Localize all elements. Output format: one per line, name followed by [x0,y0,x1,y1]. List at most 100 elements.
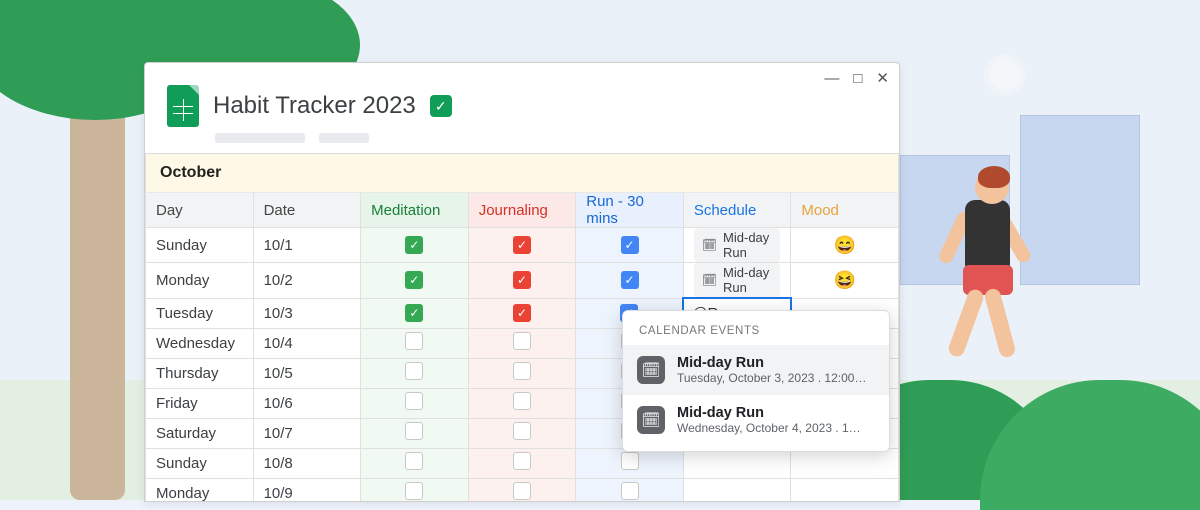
col-date[interactable]: Date [253,193,361,228]
cell-run[interactable] [576,478,684,502]
cell-mood[interactable] [791,478,899,502]
cell-day[interactable]: Saturday [146,418,254,448]
col-mood[interactable]: Mood [791,193,899,228]
cell-run[interactable]: ✓ [576,228,684,263]
checkbox-icon[interactable]: ✓ [621,271,639,289]
cell-day[interactable]: Thursday [146,358,254,388]
cell-meditation[interactable]: ✓ [361,298,469,328]
checkbox-icon[interactable] [405,392,423,410]
col-day[interactable]: Day [146,193,254,228]
cell-date[interactable]: 10/6 [253,388,361,418]
cell-meditation[interactable] [361,448,469,478]
checkbox-icon[interactable]: ✓ [405,236,423,254]
cell-journaling[interactable]: ✓ [468,263,576,299]
checkbox-icon[interactable] [513,362,531,380]
checkbox-icon[interactable]: ✓ [405,304,423,322]
cell-journaling[interactable] [468,448,576,478]
checkbox-icon[interactable] [621,482,639,500]
runner-illustration [920,170,1040,390]
cell-run[interactable]: ✓ [576,263,684,299]
checkbox-icon[interactable]: ✓ [405,271,423,289]
checkbox-icon[interactable] [513,392,531,410]
checkbox-icon[interactable] [405,452,423,470]
cell-date[interactable]: 10/9 [253,478,361,502]
cell-meditation[interactable] [361,388,469,418]
cell-date[interactable]: 10/5 [253,358,361,388]
calendar-event-icon: 🗓 [637,406,665,434]
document-title[interactable]: Habit Tracker 2023 [213,92,416,120]
checkbox-icon[interactable] [405,362,423,380]
cell-journaling[interactable] [468,328,576,358]
checkbox-icon[interactable] [405,332,423,350]
minimize-button[interactable]: — [824,71,839,86]
cell-meditation[interactable]: ✓ [361,228,469,263]
checkbox-icon[interactable] [513,452,531,470]
cell-meditation[interactable] [361,358,469,388]
cell-mood[interactable] [791,448,899,478]
checkbox-icon[interactable] [405,482,423,500]
col-schedule[interactable]: Schedule [683,193,791,228]
cell-meditation[interactable] [361,478,469,502]
cell-date[interactable]: 10/2 [253,263,361,299]
cell-schedule[interactable]: 🗓Mid-day Run [683,228,791,263]
cell-journaling[interactable] [468,388,576,418]
cell-meditation[interactable]: ✓ [361,263,469,299]
save-status-icon: ✓ [430,95,452,117]
cell-day[interactable]: Friday [146,388,254,418]
checkbox-icon[interactable] [513,332,531,350]
cell-meditation[interactable] [361,418,469,448]
calendar-event-icon: 🗓 [637,356,665,384]
checkbox-icon[interactable] [513,482,531,500]
event-detail: Wednesday, October 4, 2023 . 12:00... [677,421,867,435]
cell-day[interactable]: Monday [146,263,254,299]
checkbox-icon[interactable] [405,422,423,440]
cell-journaling[interactable]: ✓ [468,228,576,263]
event-title: Mid-day Run [677,405,867,421]
cell-journaling[interactable] [468,418,576,448]
col-journaling[interactable]: Journaling [468,193,576,228]
cell-day[interactable]: Monday [146,478,254,502]
cell-meditation[interactable] [361,328,469,358]
checkbox-icon[interactable] [513,422,531,440]
window-controls: — □ ✕ [824,71,889,86]
maximize-button[interactable]: □ [853,71,862,86]
cell-date[interactable]: 10/8 [253,448,361,478]
checkbox-icon[interactable]: ✓ [513,304,531,322]
calendar-chip[interactable]: 🗓Mid-day Run [694,228,781,262]
calendar-chip[interactable]: 🗓Mid-day Run [694,263,781,297]
popup-section-label: CALENDAR EVENTS [623,311,889,345]
col-run[interactable]: Run - 30 mins [576,193,684,228]
checkbox-icon[interactable]: ✓ [621,236,639,254]
cell-day[interactable]: Sunday [146,228,254,263]
col-meditation[interactable]: Meditation [361,193,469,228]
table-row[interactable]: Sunday10/8 [146,448,899,478]
table-row[interactable]: Sunday10/1 ✓ ✓ ✓ 🗓Mid-day Run 😄 [146,228,899,263]
cell-date[interactable]: 10/4 [253,328,361,358]
cell-run[interactable] [576,448,684,478]
cell-date[interactable]: 10/1 [253,228,361,263]
cell-day[interactable]: Tuesday [146,298,254,328]
cell-journaling[interactable] [468,358,576,388]
cell-day[interactable]: Wednesday [146,328,254,358]
cell-date[interactable]: 10/3 [253,298,361,328]
checkbox-icon[interactable]: ✓ [513,271,531,289]
event-detail: Tuesday, October 3, 2023 . 12:00PM... [677,371,867,385]
cell-day[interactable]: Sunday [146,448,254,478]
cell-journaling[interactable]: ✓ [468,298,576,328]
checkbox-icon[interactable] [621,452,639,470]
calendar-event-item[interactable]: 🗓 Mid-day Run Wednesday, October 4, 2023… [623,395,889,445]
checkbox-icon[interactable]: ✓ [513,236,531,254]
cell-schedule[interactable] [683,478,791,502]
menu-placeholder [145,133,899,143]
cell-schedule[interactable] [683,448,791,478]
cell-mood[interactable]: 😄 [791,228,899,263]
cell-mood[interactable]: 😆 [791,263,899,299]
cell-journaling[interactable] [468,478,576,502]
close-button[interactable]: ✕ [876,71,889,86]
cell-date[interactable]: 10/7 [253,418,361,448]
calendar-event-item[interactable]: 🗓 Mid-day Run Tuesday, October 3, 2023 .… [623,345,889,395]
table-row[interactable]: Monday10/9 [146,478,899,502]
month-header: October [146,154,899,193]
cell-schedule[interactable]: 🗓Mid-day Run [683,263,791,299]
table-row[interactable]: Monday10/2 ✓ ✓ ✓ 🗓Mid-day Run 😆 [146,263,899,299]
